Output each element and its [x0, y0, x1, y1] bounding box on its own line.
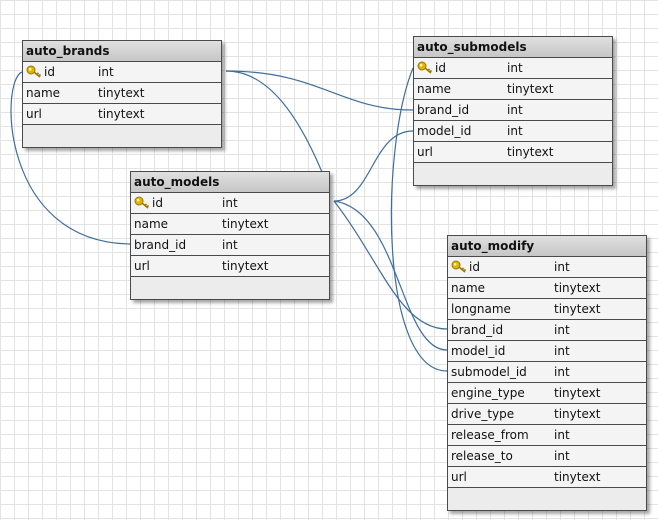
link-brands-modify-brand [225, 70, 323, 173]
column-row-name[interactable]: name tinytext [448, 278, 646, 299]
column-name: id [44, 65, 55, 79]
column-type: int [554, 344, 570, 358]
column-type: tinytext [554, 302, 601, 316]
column-row-name[interactable]: name tinytext [131, 214, 329, 235]
column-type: tinytext [222, 259, 269, 273]
column-row-brand-id[interactable]: brand_id int [448, 320, 646, 341]
key-icon [26, 65, 42, 78]
column-row-id[interactable]: id int [23, 62, 221, 83]
column-name: id [435, 61, 446, 75]
column-type: int [507, 124, 523, 138]
column-row-url[interactable]: url tinytext [448, 467, 646, 488]
table-title: auto_modify [448, 236, 646, 257]
column-row-model-id[interactable]: model_id int [414, 121, 612, 142]
column-name: url [417, 145, 433, 159]
column-row-longname[interactable]: longname tinytext [448, 299, 646, 320]
table-title: auto_models [131, 172, 329, 193]
link-models-modify-brand [333, 200, 448, 330]
table-footer [448, 488, 646, 510]
column-type: tinytext [98, 107, 145, 121]
column-row-brand-id[interactable]: brand_id int [131, 235, 329, 256]
table-footer [131, 277, 329, 299]
column-name: name [134, 217, 169, 231]
column-type: int [554, 428, 570, 442]
key-icon [134, 196, 150, 209]
column-row-id[interactable]: id int [414, 58, 612, 79]
column-name: name [451, 281, 486, 295]
column-type: int [554, 323, 570, 337]
column-row-name[interactable]: name tinytext [414, 79, 612, 100]
link-brands-submodels-brand [225, 70, 414, 111]
column-name: url [134, 259, 150, 273]
column-name: release_to [451, 449, 513, 463]
column-name: model_id [451, 344, 506, 358]
column-row-id[interactable]: id int [448, 257, 646, 278]
column-type: tinytext [507, 82, 554, 96]
column-type: tinytext [554, 470, 601, 484]
column-name: id [152, 196, 163, 210]
column-row-release-to[interactable]: release_to int [448, 446, 646, 467]
column-name: model_id [417, 124, 472, 138]
column-type: int [554, 449, 570, 463]
table-auto-brands[interactable]: auto_brands id int name tinytext url tin… [22, 40, 222, 148]
column-name: brand_id [451, 323, 504, 337]
column-row-url[interactable]: url tinytext [414, 142, 612, 163]
column-name: id [469, 260, 480, 274]
column-type: tinytext [507, 145, 554, 159]
column-name: drive_type [451, 407, 515, 421]
column-name: name [417, 82, 452, 96]
column-type: int [554, 365, 570, 379]
column-name: url [451, 470, 467, 484]
table-title: auto_submodels [414, 37, 612, 58]
table-auto-models[interactable]: auto_models id int name tinytext brand_i… [130, 171, 330, 300]
table-footer [414, 163, 612, 185]
column-row-release-from[interactable]: release_from int [448, 425, 646, 446]
column-row-url[interactable]: url tinytext [131, 256, 329, 277]
column-row-brand-id[interactable]: brand_id int [414, 100, 612, 121]
table-title: auto_brands [23, 41, 221, 62]
column-type: int [222, 238, 238, 252]
key-icon [417, 61, 433, 74]
column-row-id[interactable]: id int [131, 193, 329, 214]
column-type: int [98, 65, 114, 79]
link-models-modify-model [333, 200, 448, 351]
column-name: submodel_id [451, 365, 527, 379]
column-type: tinytext [554, 386, 601, 400]
column-type: tinytext [222, 217, 269, 231]
column-type: int [222, 196, 238, 210]
column-row-name[interactable]: name tinytext [23, 83, 221, 104]
column-type: int [507, 103, 523, 117]
link-models-submodels-model [333, 130, 414, 202]
table-footer [23, 125, 221, 147]
column-type: tinytext [554, 407, 601, 421]
column-name: engine_type [451, 386, 525, 400]
column-name: url [26, 107, 42, 121]
column-type: tinytext [554, 281, 601, 295]
column-row-drive-type[interactable]: drive_type tinytext [448, 404, 646, 425]
column-name: brand_id [417, 103, 470, 117]
column-type: int [507, 61, 523, 75]
column-name: name [26, 86, 61, 100]
column-row-url[interactable]: url tinytext [23, 104, 221, 125]
table-auto-modify[interactable]: auto_modify id int name tinytext longnam… [447, 235, 647, 511]
column-name: release_from [451, 428, 529, 442]
column-type: int [554, 260, 570, 274]
key-icon [451, 260, 467, 273]
column-name: brand_id [134, 238, 187, 252]
column-row-engine-type[interactable]: engine_type tinytext [448, 383, 646, 404]
column-type: tinytext [98, 86, 145, 100]
column-name: longname [451, 302, 511, 316]
column-row-submodel-id[interactable]: submodel_id int [448, 362, 646, 383]
column-row-model-id[interactable]: model_id int [448, 341, 646, 362]
table-auto-submodels[interactable]: auto_submodels id int name tinytext bran… [413, 36, 613, 186]
